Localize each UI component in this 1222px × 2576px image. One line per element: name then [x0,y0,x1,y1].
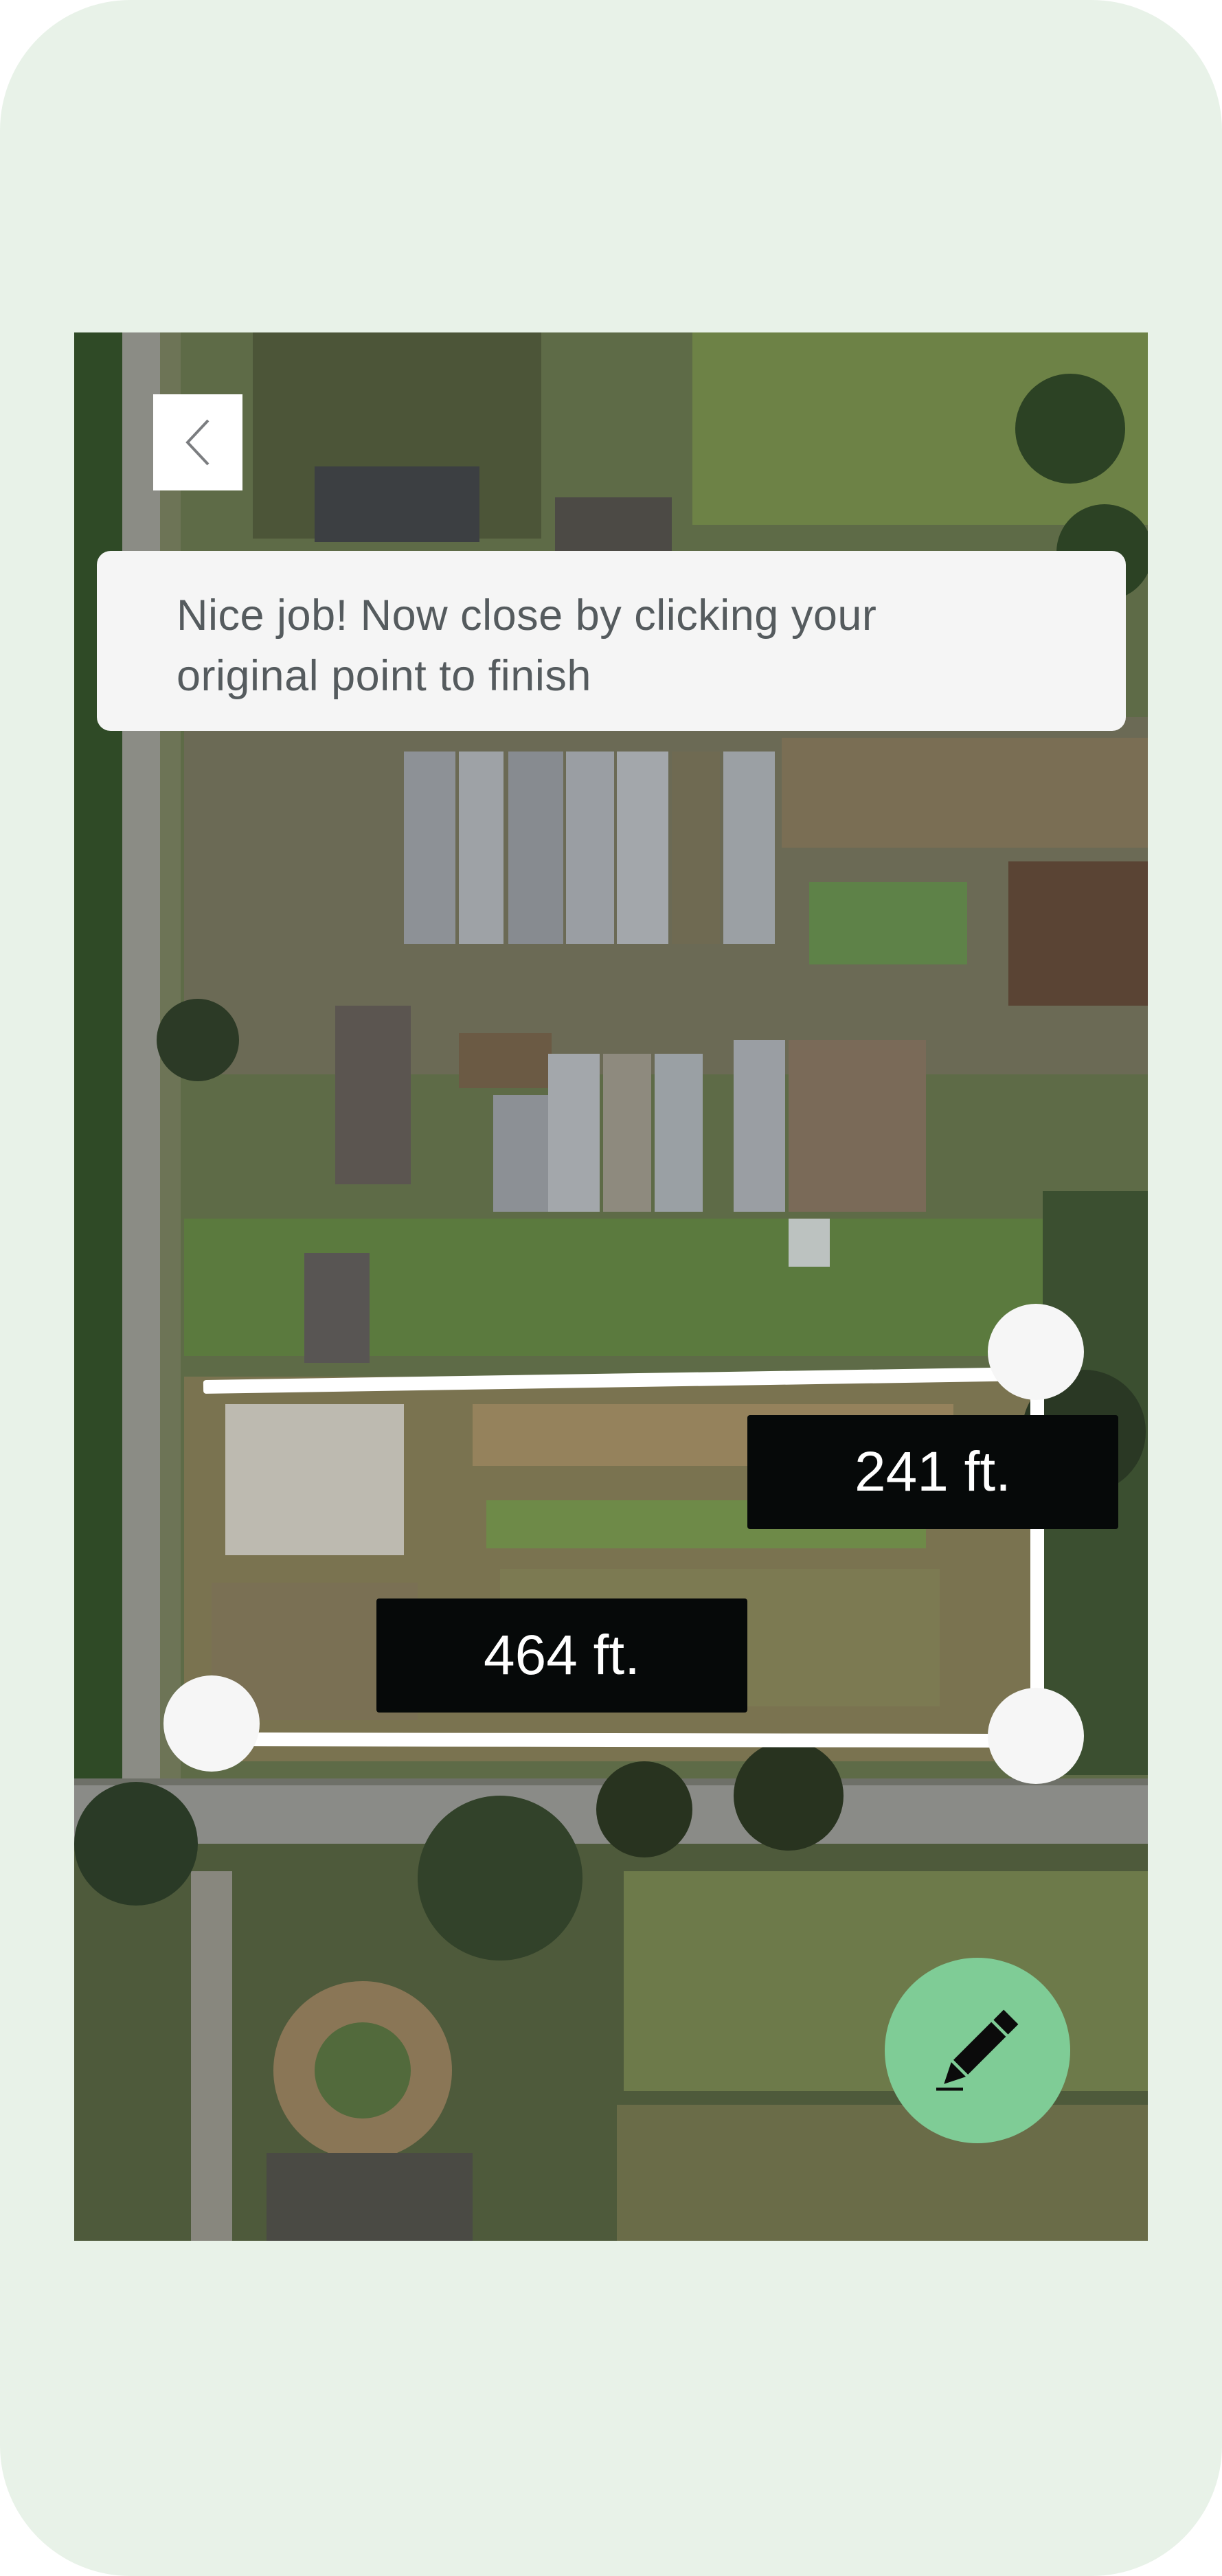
pencil-icon [936,2009,1019,2091]
edit-button[interactable] [885,1958,1070,2143]
phone-frame: Nice job! Now close by clicking your ori… [0,0,1222,2576]
measure-point-top-right[interactable] [988,1304,1084,1400]
chevron-left-icon [185,419,210,466]
measure-point-start[interactable] [163,1675,260,1772]
satellite-map[interactable]: Nice job! Now close by clicking your ori… [74,332,1148,2241]
measure-point-bottom-right[interactable] [988,1688,1084,1784]
back-button[interactable] [153,394,242,490]
instruction-banner: Nice job! Now close by clicking your ori… [97,551,1126,731]
